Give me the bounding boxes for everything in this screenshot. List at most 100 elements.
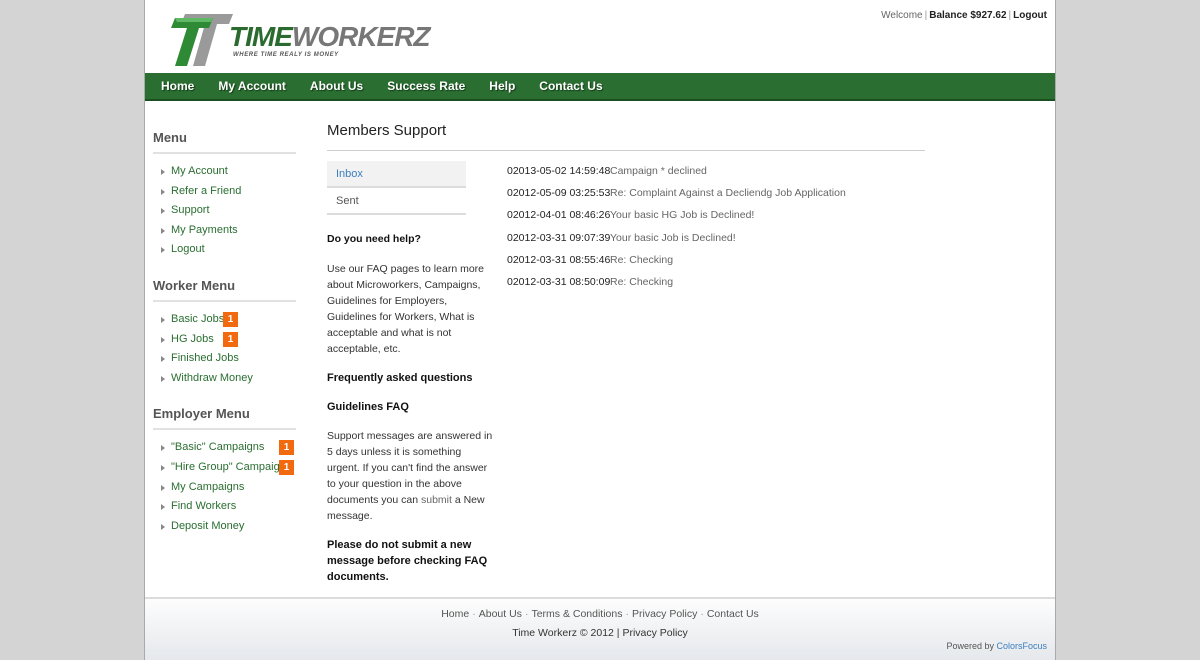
sidebar-item-basic-campaigns[interactable]: "Basic" Campaigns 1 [153,438,296,458]
message-subject[interactable]: Re: Checking [610,276,673,288]
logo-brand: TIMEWORKERZ [229,21,431,52]
message-subject[interactable]: Re: Checking [610,254,673,266]
message-row[interactable]: 02012-03-31 08:55:46Re: Checking [507,253,846,275]
submit-message-link[interactable]: submit [421,494,452,506]
sidebar-item-withdraw-money[interactable]: Withdraw Money [153,369,296,389]
footer-link-contact-us[interactable]: Contact Us [707,608,759,620]
message-date: 02012-03-31 08:50:09 [507,275,611,288]
message-row[interactable]: 02013-05-02 14:59:48Campaign * declined [507,164,846,186]
sidebar-item-logout[interactable]: Logout [153,240,296,260]
message-date: 02012-03-31 08:55:46 [507,253,611,266]
logo-tagline: WHERE TIME REALY IS MONEY [233,52,339,58]
main-nav: Home My Account About Us Success Rate He… [145,73,1055,101]
arrow-right-icon [161,336,165,343]
sidebar-item-finished-jobs[interactable]: Finished Jobs [153,349,296,369]
header: TIMEWORKERZ WHERE TIME REALY IS MONEY We… [145,0,1055,73]
help-heading: Do you need help? [327,233,421,245]
welcome-text: Welcome [881,10,923,21]
message-row[interactable]: 02012-03-31 08:50:09Re: Checking [507,275,846,297]
copyright-text: Time Workerz © 2012 [512,627,614,639]
guidelines-faq-link[interactable]: Guidelines FAQ [327,399,493,415]
arrow-right-icon [161,464,165,471]
balance-text: Balance $927.62 [929,10,1007,21]
worker-menu-list: Basic Jobs 1 HG Jobs 1 Finished Jobs Withd… [153,310,296,388]
sidebar: Menu My Account Refer a Friend Support M… [153,130,296,554]
copyright: Time Workerz © 2012 | Privacy Policy [512,627,688,639]
arrow-right-icon [161,445,165,452]
message-subject[interactable]: Campaign * declined [610,165,707,177]
copyright-privacy-link[interactable]: Privacy Policy [622,627,687,639]
count-badge: 1 [223,331,238,347]
menu-list: My Account Refer a Friend Support My Pay… [153,162,296,260]
sidebar-item-hg-jobs[interactable]: HG Jobs 1 [153,330,296,350]
sidebar-item-deposit-money[interactable]: Deposit Money [153,517,296,537]
sidebar-item-support[interactable]: Support [153,201,296,221]
arrow-right-icon [161,504,165,511]
message-row[interactable]: 02012-05-09 03:25:53Re: Complaint Agains… [507,186,846,208]
count-badge: 1 [279,440,294,456]
tab-sent[interactable]: Sent [327,188,466,215]
footer-link-about-us[interactable]: About Us [479,608,522,620]
faq-link[interactable]: Frequently asked questions [327,370,493,386]
arrow-right-icon [161,208,165,215]
sidebar-item-my-campaigns[interactable]: My Campaigns [153,478,296,498]
help-panel: Do you need help? Use our FAQ pages to l… [327,231,493,598]
worker-menu-title: Worker Menu [153,278,296,302]
message-row[interactable]: 02012-04-01 08:46:26Your basic HG Job is… [507,208,846,230]
arrow-right-icon [161,316,165,323]
arrow-right-icon [161,356,165,363]
footer-link-home[interactable]: Home [441,608,469,620]
logo-tt-icon [171,14,233,66]
nav-home[interactable]: Home [161,73,194,100]
message-subject[interactable]: Your basic HG Job is Declined! [610,209,754,221]
footer: Home · About Us · Terms & Conditions · Privacy… [145,597,1055,660]
tab-inbox[interactable]: Inbox [327,161,466,188]
employer-menu-list: "Basic" Campaigns 1 "Hire Group" Campaign… [153,438,296,536]
nav-contact-us[interactable]: Contact Us [539,73,602,100]
arrow-right-icon [161,188,165,195]
support-tabs: Inbox Sent [327,161,466,215]
arrow-right-icon [161,375,165,382]
main-content: Members Support Inbox Sent Do you need h… [327,122,925,583]
employer-menu-title: Employer Menu [153,406,296,431]
sidebar-item-my-payments[interactable]: My Payments [153,221,296,241]
colorsfocus-link[interactable]: ColorsFocus [996,641,1047,651]
help-intro: Use our FAQ pages to learn more about Mi… [327,263,484,355]
message-subject[interactable]: Re: Complaint Against a Decliendg Job Ap… [610,187,846,199]
arrow-right-icon [161,484,165,491]
powered-by: Powered by ColorsFocus [946,641,1047,651]
sidebar-item-find-workers[interactable]: Find Workers [153,497,296,517]
message-date: 02012-04-01 08:46:26 [507,209,611,222]
footer-link-privacy[interactable]: Privacy Policy [632,608,697,620]
nav-success-rate[interactable]: Success Rate [387,73,465,100]
footer-links: Home · About Us · Terms & Conditions · Privacy… [441,608,759,620]
logo[interactable]: TIMEWORKERZ WHERE TIME REALY IS MONEY [171,6,431,68]
menu-title: Menu [153,130,296,154]
nav-my-account[interactable]: My Account [218,73,286,100]
sidebar-item-hire-group-campaigns[interactable]: "Hire Group" Campaigns 1 [153,458,296,478]
sidebar-item-my-account[interactable]: My Account [153,162,296,182]
nav-about-us[interactable]: About Us [310,73,363,100]
arrow-right-icon [161,169,165,175]
sidebar-item-refer-a-friend[interactable]: Refer a Friend [153,182,296,202]
footer-link-terms[interactable]: Terms & Conditions [531,608,622,620]
page-title: Members Support [327,122,925,151]
arrow-right-icon [161,227,165,234]
message-subject[interactable]: Your basic Job is Declined! [610,232,736,244]
message-row[interactable]: 02012-03-31 09:07:39Your basic Job is De… [507,231,846,253]
faq-warning: Please do not submit a new message befor… [327,539,488,583]
arrow-right-icon [161,247,165,254]
message-date: 02012-03-31 09:07:39 [507,231,611,244]
top-links: Welcome | Balance $927.62 | Logout [881,10,1047,21]
sidebar-item-basic-jobs[interactable]: Basic Jobs 1 [153,310,296,330]
nav-help[interactable]: Help [489,73,515,100]
arrow-right-icon [161,523,165,530]
message-list: 02013-05-02 14:59:48Campaign * declined … [507,164,846,297]
page-container: TIMEWORKERZ WHERE TIME REALY IS MONEY We… [144,0,1056,660]
count-badge: 1 [223,311,238,327]
logout-link[interactable]: Logout [1013,10,1047,21]
support-info: Support messages are answered in 5 days … [327,430,493,522]
message-date: 02013-05-02 14:59:48 [507,165,611,177]
count-badge: 1 [279,459,294,475]
message-date: 02012-05-09 03:25:53 [507,187,611,200]
